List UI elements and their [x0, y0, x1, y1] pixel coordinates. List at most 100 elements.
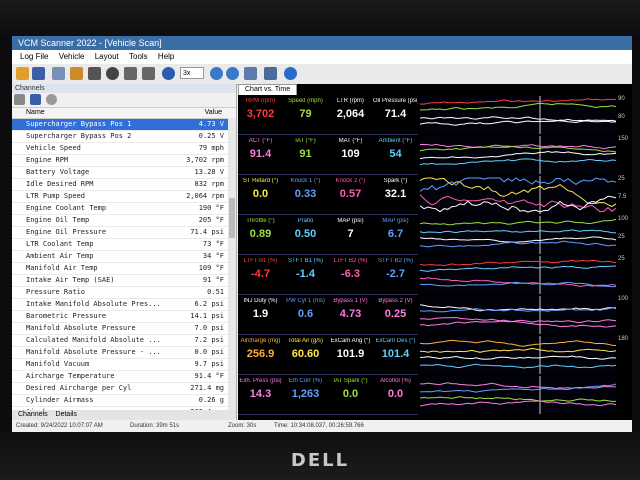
- channel-name: Supercharger Bypass Pos 1: [26, 120, 132, 128]
- channel-row[interactable]: Desired Aircharge per Cyl 271.4 mg: [12, 383, 236, 395]
- column-name[interactable]: Name: [26, 108, 45, 118]
- trace-plot[interactable]: [420, 136, 616, 174]
- gauge-readout: INJ Duty (%) 1.9: [238, 296, 283, 334]
- gauge-value: 54: [389, 148, 402, 160]
- gauge-value: 4.73: [339, 308, 362, 320]
- gauge-readout: Speed (mph) 79: [283, 96, 328, 134]
- playback-speed-select[interactable]: 3x: [180, 67, 204, 79]
- gauge-value: 79: [299, 108, 312, 120]
- channel-row[interactable]: LTR Pump Speed 2,064 rpm: [12, 191, 236, 203]
- trace-plot[interactable]: [420, 336, 616, 374]
- gauge-label: RPM (rpm): [245, 98, 276, 104]
- axis-mid-label: 7.5: [618, 194, 627, 200]
- gauge-label: MAP (psi): [337, 218, 364, 224]
- gauge-value: 32.1: [384, 188, 407, 200]
- gauge-readout: ExCam Ang (°) 101.9: [328, 336, 373, 374]
- channel-row[interactable]: Barometric Pressure 14.1 psi: [12, 311, 236, 323]
- stop-icon[interactable]: [88, 67, 101, 80]
- menu-bar: Log File Vehicle Layout Tools Help: [12, 50, 632, 64]
- channel-row[interactable]: Idle Desired RPM 832 rpm: [12, 179, 236, 191]
- trace-plot[interactable]: [420, 176, 616, 214]
- trace-plot[interactable]: [420, 296, 616, 334]
- channel-row[interactable]: Vehicle Speed 79 mph: [12, 143, 236, 155]
- open-folder-icon[interactable]: [16, 67, 29, 80]
- trace-line: [420, 400, 616, 407]
- tab-details[interactable]: Details: [56, 411, 77, 418]
- vehicle-connect-icon[interactable]: [52, 67, 65, 80]
- axis-top-label: 180: [618, 336, 629, 342]
- gauge-readout: LTFT B1 (%) -4.7: [238, 256, 283, 294]
- menu-tools[interactable]: Tools: [129, 52, 148, 61]
- gear-icon[interactable]: [46, 94, 57, 105]
- pause-icon[interactable]: [106, 67, 119, 80]
- channels-tabs: Channels Details: [12, 410, 236, 420]
- tab-chart-vs-time[interactable]: Chart vs. Time: [238, 84, 298, 95]
- channel-row[interactable]: Battery Voltage 13.28 V: [12, 167, 236, 179]
- channels-toolbar: [12, 93, 236, 108]
- channel-name: Supercharger Bypass Pos 2: [26, 132, 132, 140]
- step-forward-icon[interactable]: [142, 67, 155, 80]
- save-icon[interactable]: [30, 94, 41, 105]
- channel-row[interactable]: Manifold Absolute Pressure - ... 0.0 psi: [12, 347, 236, 359]
- channel-row[interactable]: Intake Manifold Absolute Pres... 6.2 psi: [12, 299, 236, 311]
- menu-help[interactable]: Help: [158, 52, 174, 61]
- trace-plot[interactable]: [420, 96, 616, 134]
- scroll-thumb[interactable]: [229, 198, 235, 238]
- channel-row[interactable]: Manifold Absolute Pressure 7.0 psi: [12, 323, 236, 335]
- channel-value: 0.51: [207, 288, 224, 296]
- gauge-value: -2.7: [386, 268, 405, 280]
- trace-line: [420, 150, 616, 160]
- save-icon[interactable]: [32, 67, 45, 80]
- channel-row[interactable]: Engine Coolant Temp 190 °F: [12, 203, 236, 215]
- tab-channels[interactable]: Channels: [18, 411, 48, 418]
- channels-title: Channels: [12, 84, 236, 93]
- channel-row[interactable]: Engine RPM 3,702 rpm: [12, 155, 236, 167]
- gauge-readout: STFT B1 (%) -1.4: [283, 256, 328, 294]
- trace-plot[interactable]: [420, 376, 616, 414]
- channel-row[interactable]: Manifold Vacuum 9.7 psi: [12, 359, 236, 371]
- gauge-value: 71.4: [384, 108, 407, 120]
- channel-row[interactable]: LTR Coolant Temp 73 °F: [12, 239, 236, 251]
- gauge-label: Pratio: [297, 218, 314, 224]
- menu-log-file[interactable]: Log File: [20, 52, 48, 61]
- zoom-out-icon[interactable]: [226, 67, 239, 80]
- channel-row[interactable]: Manifold Air Temp 109 °F: [12, 263, 236, 275]
- channel-row[interactable]: Engine Oil Temp 205 °F: [12, 215, 236, 227]
- channel-name: LTR Coolant Temp: [26, 240, 94, 248]
- channel-row[interactable]: Engine Oil Pressure 71.4 psi: [12, 227, 236, 239]
- trace-line: [420, 382, 616, 390]
- channel-row[interactable]: Cylinder Airmass 0.26 g: [12, 395, 236, 407]
- gauge-label: Knock 2 (°): [335, 178, 366, 184]
- step-back-icon[interactable]: [124, 67, 137, 80]
- gauge-readout: STFT B2 (%) -2.7: [373, 256, 418, 294]
- channel-row[interactable]: Supercharger Bypass Pos 1 4.73 V: [12, 119, 236, 131]
- column-value[interactable]: Value: [205, 108, 222, 118]
- channel-row[interactable]: Aircharge Temperature 91.4 °F: [12, 371, 236, 383]
- trace-line: [420, 320, 616, 328]
- channel-row[interactable]: Ambient Air Temp 34 °F: [12, 251, 236, 263]
- trace-line: [420, 265, 616, 272]
- channel-value: 34 °F: [202, 252, 224, 260]
- table-icon[interactable]: [264, 67, 277, 80]
- zoom-in-icon[interactable]: [210, 67, 223, 80]
- trace-line: [420, 102, 616, 111]
- menu-layout[interactable]: Layout: [95, 52, 119, 61]
- trace-plot[interactable]: [420, 256, 616, 294]
- channel-name: Desired Aircharge per Cyl: [26, 384, 132, 392]
- menu-vehicle[interactable]: Vehicle: [59, 52, 85, 61]
- channel-row[interactable]: Pressure Ratio 0.51: [12, 287, 236, 299]
- channel-row[interactable]: Calculated Manifold Absolute ... 7.2 psi: [12, 335, 236, 347]
- record-icon[interactable]: [70, 67, 83, 80]
- status-time: Time: 10:34:08.037, 00:26:59.766: [274, 423, 364, 429]
- axis-labels: 180: [618, 336, 632, 374]
- channel-row[interactable]: Intake Air Temp (SAE) 91 °F: [12, 275, 236, 287]
- trace-plot[interactable]: [420, 216, 616, 254]
- camera-icon[interactable]: [14, 94, 25, 105]
- channels-scrollbar[interactable]: [228, 118, 236, 410]
- info-icon[interactable]: [284, 67, 297, 80]
- layout-icon[interactable]: [244, 67, 257, 80]
- channel-row[interactable]: Supercharger Bypass Pos 2 0.25 V: [12, 131, 236, 143]
- channel-name: Engine Oil Temp: [26, 216, 90, 224]
- play-icon[interactable]: [162, 67, 175, 80]
- channel-name: Vehicle Speed: [26, 144, 81, 152]
